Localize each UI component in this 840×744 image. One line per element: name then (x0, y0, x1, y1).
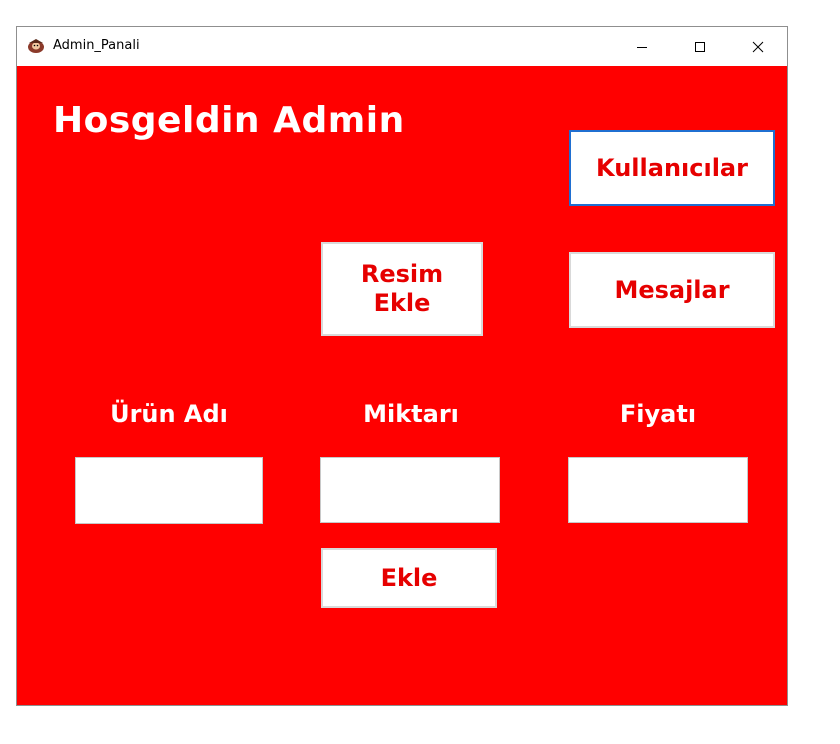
add-button[interactable]: Ekle (321, 548, 497, 608)
title-bar[interactable]: Admin_Panali (17, 27, 787, 66)
close-icon (752, 41, 764, 52)
add-image-button[interactable]: Resim Ekle (321, 242, 483, 336)
app-window: Admin_Panali Hosgeldin Admin Kullanıcıla… (16, 26, 788, 706)
users-button[interactable]: Kullanıcılar (569, 130, 775, 206)
minimize-icon (637, 46, 647, 48)
maximize-icon (695, 41, 705, 52)
quantity-label: Miktarı (363, 400, 459, 428)
window-title: Admin_Panali (53, 38, 140, 53)
price-label: Fiyatı (619, 400, 697, 428)
app-icon (28, 39, 44, 53)
messages-button[interactable]: Mesajlar (569, 252, 775, 328)
minimize-button[interactable] (613, 27, 671, 66)
product-name-input[interactable] (75, 457, 263, 524)
close-button[interactable] (729, 27, 787, 66)
admin-panel: Hosgeldin Admin Kullanıcılar Resim Ekle … (17, 66, 787, 705)
price-input[interactable] (568, 457, 748, 523)
maximize-button[interactable] (671, 27, 729, 66)
product-name-label: Ürün Adı (110, 400, 228, 428)
quantity-input[interactable] (320, 457, 500, 523)
page-title: Hosgeldin Admin (53, 100, 405, 141)
